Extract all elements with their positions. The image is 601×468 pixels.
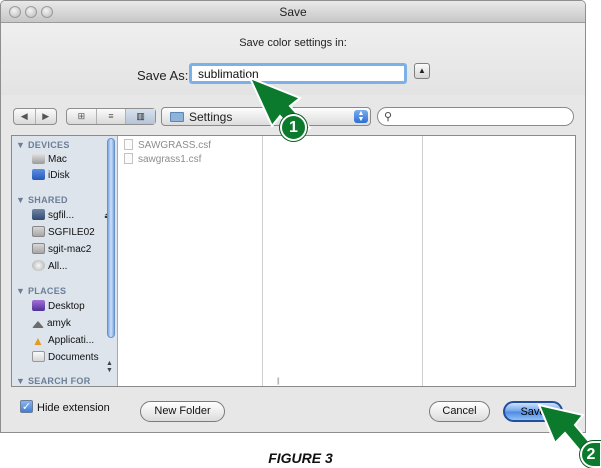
sidebar-item-label: SGFILE02 [48, 227, 95, 238]
home-icon [32, 321, 44, 328]
list-view-icon: ≡ [108, 111, 114, 121]
list-view-button[interactable]: ≡ [97, 109, 127, 124]
sidebar-heading-search-for[interactable]: ▼ SEARCH FOR [16, 376, 91, 386]
view-mode-control: ⊞ ≡ ▥ [66, 108, 156, 125]
file-name: sawgrass1.csf [138, 154, 202, 165]
document-icon [124, 153, 133, 164]
forward-button[interactable]: ▶ [36, 109, 57, 124]
sidebar-heading-places[interactable]: ▼ PLACES [16, 286, 66, 296]
server-icon [32, 226, 45, 237]
sidebar-heading-shared[interactable]: ▼ SHARED [16, 195, 68, 205]
applications-icon: ▲ [32, 334, 44, 348]
sidebar-item-label: Documents [48, 352, 99, 363]
sidebar-item-label: Mac [48, 154, 67, 165]
sidebar-item-idisk[interactable]: iDisk [32, 169, 70, 183]
sidebar-item-label: Applicati... [48, 335, 95, 346]
sidebar-item-all[interactable]: All... [32, 260, 67, 274]
save-as-label: Save As: [137, 68, 189, 83]
new-folder-button[interactable]: New Folder [140, 401, 225, 422]
file-item[interactable]: SAWGRASS.csf [124, 139, 211, 151]
hide-extension-label[interactable]: Hide extension [37, 402, 110, 414]
sidebar-item-amyk[interactable]: amyk [32, 317, 71, 331]
folder-icon [170, 112, 184, 122]
search-field[interactable]: ⚲ [377, 107, 574, 126]
back-forward-control: ◀ ▶ [13, 108, 57, 125]
forward-arrow-icon: ▶ [42, 111, 50, 121]
column-view-button[interactable]: ▥ [126, 109, 156, 124]
back-button[interactable]: ◀ [14, 109, 36, 124]
figure-caption: FIGURE 3 [268, 450, 333, 466]
sidebar-item-sgfile02[interactable]: SGFILE02 [32, 226, 95, 240]
sidebar: ▼ DEVICES Mac iDisk ▼ SHARED sgfil... ⏏ … [12, 136, 118, 386]
checkmark-icon: ✓ [21, 401, 32, 413]
sidebar-scrollbar[interactable] [105, 136, 117, 366]
file-column-3 [423, 136, 575, 386]
sidebar-item-documents[interactable]: Documents [32, 351, 99, 365]
hide-extension-checkbox[interactable]: ✓ [20, 400, 33, 413]
icon-view-icon: ⊞ [77, 111, 86, 121]
sidebar-item-label: Desktop [48, 301, 85, 312]
back-arrow-icon: ◀ [20, 111, 28, 121]
sidebar-item-label: sgfil... [48, 210, 75, 221]
cancel-button[interactable]: Cancel [429, 401, 490, 422]
location-label: Settings [189, 110, 233, 124]
save-prompt: Save color settings in: [239, 37, 347, 49]
triangle-up-icon: ▲ [418, 66, 426, 75]
scroll-arrows-icon[interactable]: ▲ ▼ [106, 360, 113, 374]
icon-view-button[interactable]: ⊞ [67, 109, 97, 124]
save-dialog: Save Save color settings in: Save As: ▲ … [0, 0, 586, 433]
server-icon [32, 243, 45, 254]
network-server-icon [32, 209, 45, 220]
file-browser: ▼ DEVICES Mac iDisk ▼ SHARED sgfil... ⏏ … [11, 135, 576, 387]
sidebar-item-sgfil[interactable]: sgfil... [32, 209, 74, 223]
all-network-icon [32, 260, 45, 271]
column-resize-handle[interactable]: || [277, 378, 279, 385]
mac-icon [32, 153, 45, 164]
title-bar[interactable]: Save [1, 1, 585, 23]
documents-icon [32, 351, 45, 362]
file-column-2 [263, 136, 423, 386]
sidebar-item-label: All... [48, 261, 68, 272]
file-item[interactable]: sawgrass1.csf [124, 153, 201, 165]
document-icon [124, 139, 133, 150]
sidebar-item-sgit-mac2[interactable]: sgit-mac2 [32, 243, 91, 257]
sidebar-scroll-thumb[interactable] [107, 138, 115, 338]
idisk-icon [32, 169, 45, 180]
file-column-1: SAWGRASS.csf sawgrass1.csf [118, 136, 263, 386]
file-name: SAWGRASS.csf [138, 140, 211, 151]
column-view-icon: ▥ [136, 111, 145, 121]
sidebar-item-mac[interactable]: Mac [32, 153, 67, 167]
expand-dialog-button[interactable]: ▲ [414, 63, 430, 79]
sidebar-item-applications[interactable]: ▲ Applicati... [32, 334, 94, 348]
sidebar-item-label: iDisk [48, 170, 70, 181]
window-title: Save [279, 5, 307, 19]
callout-badge-1: 1 [280, 114, 307, 141]
search-icon: ⚲ [384, 111, 393, 123]
sidebar-item-label: amyk [47, 318, 71, 329]
popup-arrows-icon: ▲ ▼ [354, 110, 368, 123]
desktop-icon [32, 300, 45, 311]
sidebar-heading-devices[interactable]: ▼ DEVICES [16, 140, 70, 150]
sidebar-item-desktop[interactable]: Desktop [32, 300, 85, 314]
sidebar-item-label: sgit-mac2 [48, 244, 92, 255]
